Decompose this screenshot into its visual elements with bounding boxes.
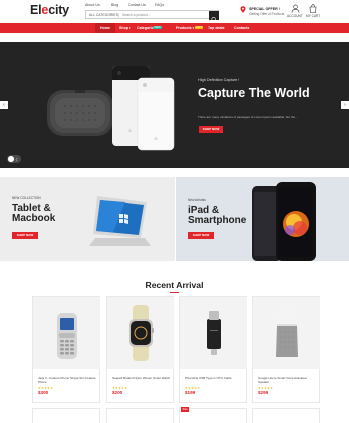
hot-badge: HOT bbox=[195, 25, 204, 30]
banner-left-title-line2: Macbook bbox=[12, 213, 56, 224]
nav-item-shop[interactable]: Shop▾ bbox=[119, 26, 131, 30]
product-name[interactable]: Seapeft Braided Nylon Woven Smart Watch bbox=[112, 376, 172, 381]
product-card[interactable]: Seapeft Braided Nylon Woven Smart Watch … bbox=[106, 296, 174, 403]
product-card[interactable]: Phonelink USB Type-C OTG Cable ★★★★★ $19… bbox=[179, 296, 247, 403]
logo-text-rest: city bbox=[48, 3, 69, 17]
user-icon[interactable] bbox=[291, 4, 300, 13]
moon-icon: ☾ bbox=[15, 156, 20, 162]
product-price: $299 bbox=[258, 390, 269, 395]
cart-icon[interactable] bbox=[309, 4, 317, 13]
nav-item-top-deals[interactable]: Top deals bbox=[208, 26, 225, 30]
banner-right-shop-now-button[interactable]: SHOP NOW bbox=[188, 232, 214, 239]
new-badge: NEW bbox=[153, 25, 163, 30]
slider-next-button[interactable]: › bbox=[341, 101, 349, 109]
product-image[interactable] bbox=[33, 297, 100, 369]
feature-phone-image bbox=[57, 313, 77, 359]
banner-left-shop-now-button[interactable]: SHOP NOW bbox=[12, 232, 38, 239]
slider-prev-button[interactable]: ‹ bbox=[0, 101, 8, 109]
sale-badge: Sale bbox=[181, 407, 189, 412]
top-link-contact[interactable]: Contact Us bbox=[128, 3, 146, 7]
chevron-down-icon: ▾ bbox=[192, 26, 195, 31]
special-offer-subtitle: Getting Offer of Products bbox=[249, 11, 285, 16]
banner-left-subtitle: NEW COLLECTION bbox=[12, 196, 41, 200]
svg-text:G: G bbox=[154, 136, 157, 141]
banner-right-subtitle: New Arrivals bbox=[188, 198, 206, 202]
tablet-image bbox=[89, 196, 151, 246]
smart-watch-image bbox=[129, 305, 154, 361]
chevron-down-icon: ▾ bbox=[128, 26, 131, 31]
hero-title: Capture The World bbox=[198, 86, 310, 100]
smart-speaker-image bbox=[276, 309, 298, 357]
nav-item-contacts[interactable]: Contacts bbox=[234, 26, 249, 30]
logo[interactable]: Elecity bbox=[30, 3, 69, 17]
smartphone-pair-image bbox=[252, 182, 316, 261]
hero-shop-now-button[interactable]: SHOP NOW bbox=[199, 126, 223, 133]
nav-item-shop-label: Shop bbox=[119, 26, 128, 31]
search-category-select[interactable]: ALL CATEGORIES bbox=[89, 13, 118, 17]
product-name[interactable]: Jaipi 3 - Feature Phone Single Sim Featu… bbox=[38, 376, 98, 385]
product-card[interactable]: Jaipi 3 - Feature Phone Single Sim Featu… bbox=[32, 296, 100, 403]
product-image[interactable] bbox=[180, 297, 247, 369]
search-divider bbox=[118, 12, 119, 19]
search-button[interactable] bbox=[208, 10, 219, 22]
nav-item-products[interactable]: Products▾ bbox=[176, 26, 194, 30]
top-link-blog[interactable]: Blog bbox=[111, 3, 118, 7]
speaker-image bbox=[47, 90, 113, 136]
nav-item-products-label: Products bbox=[176, 26, 192, 31]
otg-cable-image bbox=[207, 311, 221, 355]
product-name[interactable]: Google Home Smart Voice Activated Speake… bbox=[258, 376, 318, 385]
location-pin-icon bbox=[240, 6, 246, 13]
hero-tagline: High Definition Capture ! bbox=[198, 78, 240, 82]
product-name[interactable]: Phonelink USB Type-C OTG Cable bbox=[185, 376, 245, 381]
main-nav: Home Shop▾ Categories▾ NEW Products▾ HOT… bbox=[0, 23, 349, 33]
svg-text:G: G bbox=[128, 128, 131, 133]
banner-right-title-line2: Smartphone bbox=[188, 215, 247, 226]
hero-description: There are many variations of passages of… bbox=[198, 115, 298, 119]
product-card[interactable] bbox=[106, 408, 174, 423]
product-image[interactable] bbox=[107, 297, 174, 369]
chevron-right-icon: › bbox=[344, 102, 346, 108]
search-bar: ALL CATEGORIES Search a product... bbox=[85, 10, 219, 22]
product-card[interactable] bbox=[252, 408, 320, 423]
special-offer-title[interactable]: SPECIAL OFFER ! bbox=[249, 7, 280, 11]
product-card[interactable] bbox=[32, 408, 100, 423]
dark-mode-toggle[interactable]: ☾ bbox=[7, 155, 21, 163]
smartphones-image: G G bbox=[112, 66, 175, 151]
section-underline bbox=[170, 292, 179, 294]
product-image[interactable] bbox=[253, 297, 320, 369]
top-link-about[interactable]: About Us bbox=[85, 3, 100, 7]
recent-arrival-title: Recent Arrival bbox=[145, 280, 204, 290]
search-input[interactable]: Search a product... bbox=[122, 13, 151, 17]
chevron-left-icon: ‹ bbox=[3, 102, 5, 108]
account-label[interactable]: ACCOUNT bbox=[287, 14, 303, 18]
product-card[interactable]: Google Home Smart Voice Activated Speake… bbox=[252, 296, 320, 403]
nav-item-home[interactable]: Home bbox=[100, 26, 110, 30]
logo-text: El bbox=[30, 3, 42, 17]
cart-label[interactable]: MY CART bbox=[306, 14, 320, 18]
top-link-faqs[interactable]: FAQs bbox=[155, 3, 164, 7]
product-price: $200 bbox=[112, 390, 123, 395]
toggle-knob bbox=[8, 156, 14, 162]
product-price: $300 bbox=[38, 390, 49, 395]
product-price: $199 bbox=[185, 390, 196, 395]
product-card[interactable] bbox=[179, 408, 247, 423]
